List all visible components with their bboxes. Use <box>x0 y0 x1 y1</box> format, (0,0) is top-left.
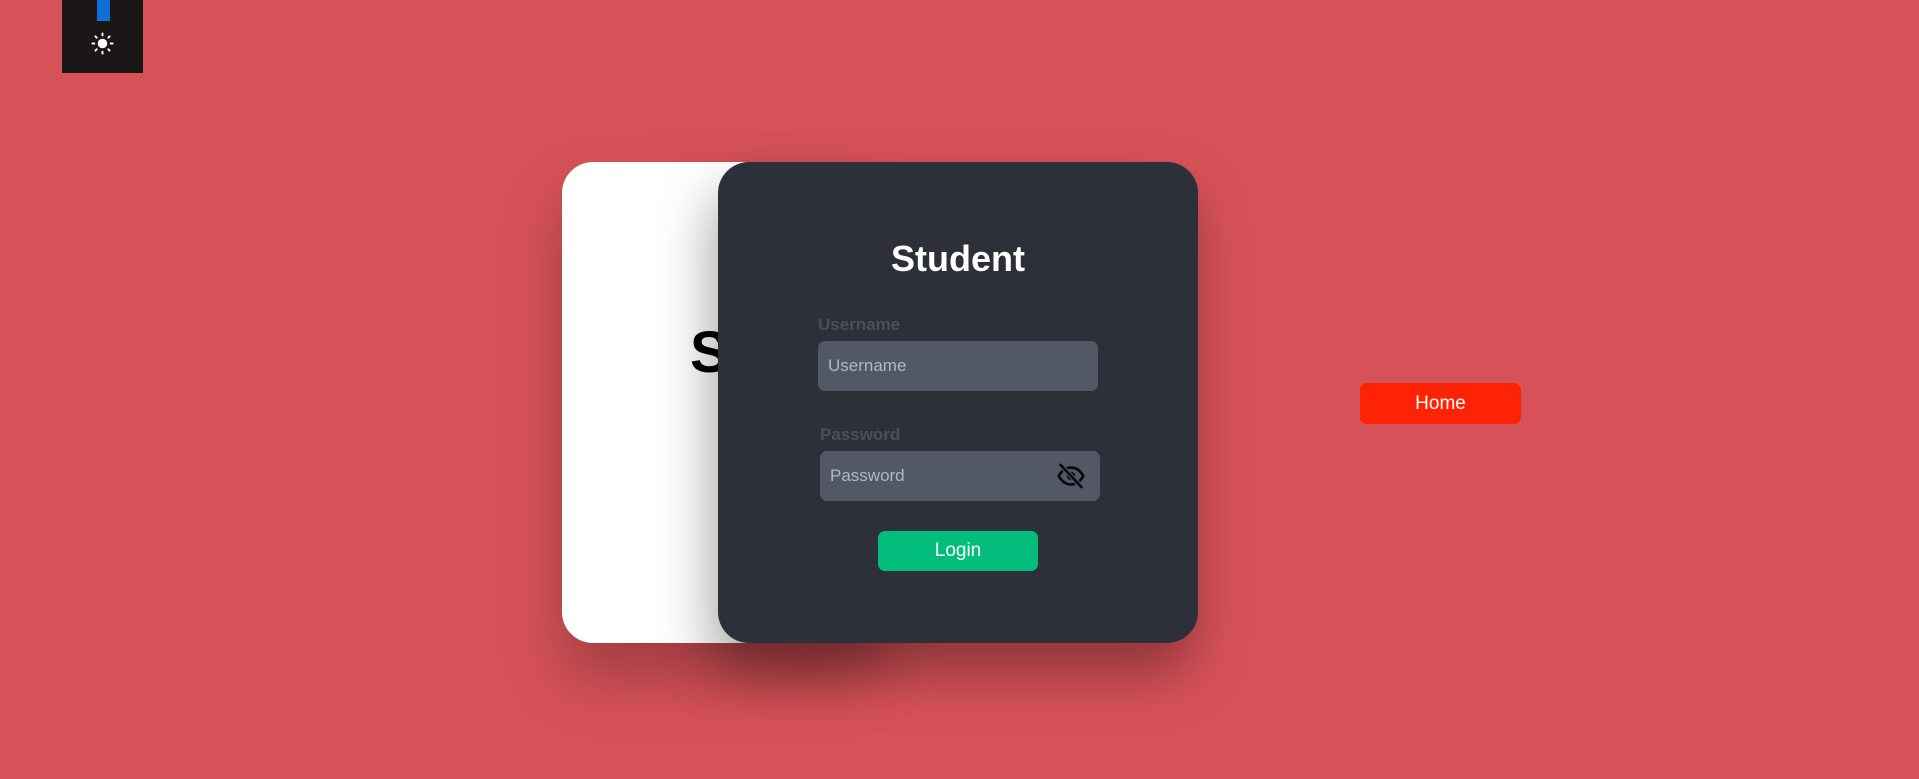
login-card: Student Username Password Login <box>718 162 1198 643</box>
theme-toggle-panel <box>62 0 143 73</box>
sun-icon[interactable] <box>91 32 114 55</box>
theme-indicator-bar <box>97 0 110 21</box>
eye-off-icon[interactable] <box>1056 462 1086 490</box>
username-label: Username <box>818 315 901 334</box>
login-card-title: Student <box>891 238 1025 279</box>
login-button[interactable]: Login <box>878 531 1038 571</box>
home-button[interactable]: Home <box>1360 383 1521 424</box>
username-input[interactable] <box>818 341 1098 391</box>
password-label: Password <box>820 425 901 444</box>
